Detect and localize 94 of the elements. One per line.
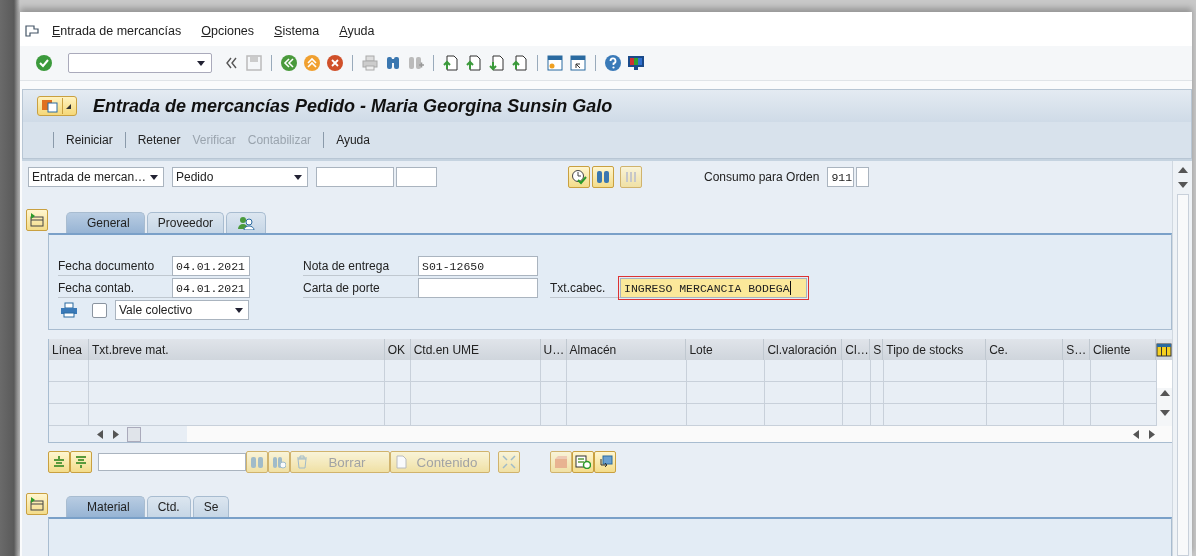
movement-type-field[interactable]: 911 bbox=[827, 167, 855, 187]
scroll-thumb[interactable] bbox=[127, 426, 141, 442]
reference-dropdown[interactable]: Pedido bbox=[172, 167, 308, 187]
bill-of-lading-field[interactable] bbox=[418, 278, 538, 298]
input-field[interactable] bbox=[316, 167, 394, 187]
caret-icon bbox=[66, 103, 71, 109]
scroll-right-icon[interactable] bbox=[1149, 429, 1155, 439]
movement-label: Consumo para Orden bbox=[704, 170, 820, 184]
binoculars-icon[interactable] bbox=[384, 54, 402, 72]
monitor-icon[interactable] bbox=[627, 54, 645, 72]
find-button[interactable] bbox=[246, 451, 268, 474]
print-version-dropdown[interactable]: Vale colectivo bbox=[115, 300, 249, 320]
toolbar-button[interactable]: Retener bbox=[131, 133, 187, 147]
binoculars-icon bbox=[595, 169, 611, 185]
scrollbar[interactable] bbox=[1172, 161, 1192, 556]
transfer-icon bbox=[597, 455, 613, 470]
document-icon bbox=[395, 455, 409, 470]
tab[interactable]: Proveedor bbox=[146, 212, 225, 233]
expand-button[interactable] bbox=[498, 451, 520, 474]
column-settings-icon[interactable] bbox=[1156, 341, 1173, 358]
arrows-icon bbox=[502, 455, 516, 470]
search-field[interactable] bbox=[98, 453, 246, 472]
tab[interactable]: Material bbox=[66, 496, 145, 518]
input-field[interactable] bbox=[856, 167, 870, 187]
caret-icon bbox=[235, 307, 243, 313]
page-arrow-icon[interactable] bbox=[465, 54, 483, 72]
caret-icon bbox=[197, 60, 205, 66]
command-field[interactable] bbox=[68, 53, 212, 73]
binoculars-plus-icon bbox=[272, 455, 286, 470]
scroll-right-icon[interactable] bbox=[113, 429, 119, 439]
menu-item[interactable]: Entrada de mercancías bbox=[52, 24, 182, 38]
lines-icon bbox=[74, 455, 88, 470]
delivery-note-field[interactable]: S01-12650 bbox=[418, 256, 538, 276]
date-field[interactable]: 04.01.2021 bbox=[172, 256, 250, 276]
find-button[interactable] bbox=[592, 166, 614, 188]
scroll-up-icon[interactable] bbox=[1177, 167, 1188, 173]
header-text-field[interactable]: INGRESO MERCANCIA BODEGA bbox=[620, 278, 807, 298]
transaction-dropdown[interactable]: Entrada de mercan… bbox=[28, 167, 164, 187]
tab[interactable] bbox=[226, 212, 267, 233]
people-icon bbox=[237, 216, 256, 230]
list-add-icon bbox=[575, 455, 591, 470]
window-title: Entrada de mercancías Pedido - Maria Georgina Sunsin Galo bbox=[93, 95, 613, 117]
scroll-left-icon[interactable] bbox=[1133, 429, 1139, 439]
execute-button[interactable] bbox=[568, 166, 590, 188]
menu-button[interactable] bbox=[37, 96, 77, 116]
cancel-icon[interactable] bbox=[326, 54, 344, 72]
toolbar-button[interactable]: Reiniciar bbox=[60, 133, 119, 147]
date-field[interactable]: 04.01.2021 bbox=[172, 278, 250, 298]
tab[interactable]: Ctd. bbox=[146, 496, 191, 518]
menu-item[interactable]: Sistema bbox=[274, 24, 320, 38]
back-icon[interactable] bbox=[280, 54, 298, 72]
page-arrow-icon[interactable] bbox=[442, 54, 460, 72]
page-arrow-icon[interactable] bbox=[511, 54, 529, 72]
vertical-scrollbar[interactable] bbox=[1157, 360, 1173, 427]
binoculars-icon bbox=[250, 455, 264, 470]
input-field[interactable] bbox=[396, 167, 437, 187]
toolbar-button[interactable]: Ayuda bbox=[330, 133, 376, 147]
help-icon[interactable] bbox=[604, 54, 622, 72]
tab[interactable]: Se bbox=[192, 496, 230, 518]
toolbar-button[interactable] bbox=[48, 451, 70, 474]
check-icon[interactable] bbox=[35, 54, 53, 72]
lines-icon bbox=[52, 455, 66, 470]
scroll-left-icon[interactable] bbox=[97, 429, 103, 439]
printer-icon[interactable] bbox=[60, 302, 78, 318]
scroll-down-icon[interactable] bbox=[1160, 410, 1170, 417]
shortcut-icon[interactable] bbox=[569, 54, 587, 72]
panel-icon bbox=[29, 496, 45, 513]
toolbar-button[interactable] bbox=[70, 451, 92, 474]
columns-icon bbox=[624, 170, 638, 184]
binoculars-plus-icon[interactable] bbox=[407, 54, 425, 72]
toolbar-button[interactable] bbox=[594, 451, 616, 474]
page-arrow-icon[interactable] bbox=[488, 54, 506, 72]
new-window-icon[interactable] bbox=[546, 54, 564, 72]
toolbar-button[interactable] bbox=[550, 451, 572, 474]
window-icon bbox=[41, 99, 59, 113]
menu-item[interactable]: Ayuda bbox=[339, 24, 375, 38]
expand-button[interactable] bbox=[26, 209, 48, 231]
trash-icon bbox=[295, 455, 309, 470]
toolbar-button[interactable] bbox=[572, 451, 594, 474]
clock-check-icon bbox=[571, 169, 587, 185]
caret-icon bbox=[294, 174, 302, 180]
menu-icon[interactable] bbox=[25, 25, 39, 37]
menu-item[interactable]: Opciones bbox=[201, 24, 255, 38]
panel-icon bbox=[29, 212, 45, 228]
checkbox[interactable] bbox=[92, 302, 107, 318]
box-icon bbox=[554, 455, 568, 470]
columns-button[interactable] bbox=[620, 166, 642, 188]
chevron-up-icon[interactable] bbox=[303, 54, 321, 72]
expand-button[interactable] bbox=[26, 493, 48, 516]
scroll-up-icon[interactable] bbox=[1160, 390, 1170, 397]
scroll-down-icon[interactable] bbox=[1177, 182, 1188, 188]
caret-icon bbox=[150, 174, 158, 180]
tab[interactable]: General bbox=[66, 212, 145, 233]
find-next-button[interactable] bbox=[268, 451, 290, 474]
